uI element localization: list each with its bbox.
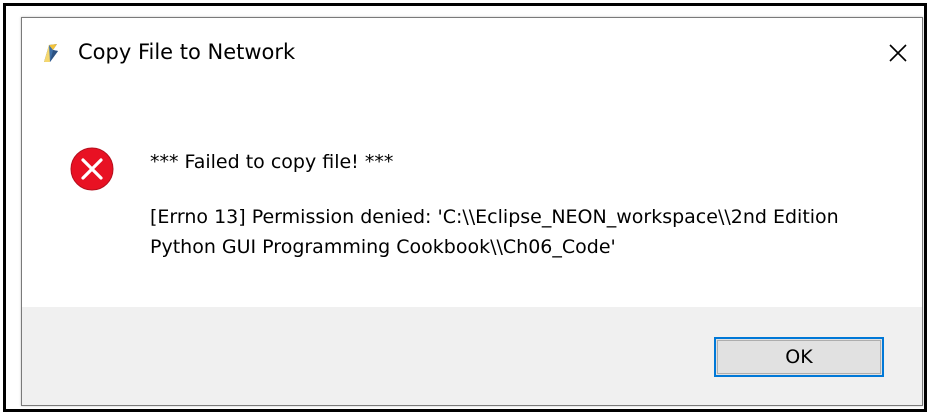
screenshot-frame: Copy File to Network *** Failed to copy …: [0, 0, 929, 415]
ok-button-label: OK: [785, 346, 813, 368]
close-button[interactable]: [874, 32, 922, 76]
message-dialog: Copy File to Network *** Failed to copy …: [21, 17, 923, 406]
message-content: *** Failed to copy file! *** [Errno 13] …: [22, 90, 922, 307]
message-detail: [Errno 13] Permission denied: 'C:\\Eclip…: [150, 206, 839, 258]
error-icon: [70, 147, 114, 191]
ok-button[interactable]: OK: [714, 337, 884, 377]
message-title: *** Failed to copy file! ***: [150, 151, 394, 173]
python-feather-icon: [40, 42, 62, 64]
window-title: Copy File to Network: [78, 40, 296, 64]
title-bar[interactable]: Copy File to Network: [22, 18, 922, 90]
button-bar: OK: [22, 307, 922, 405]
close-icon: [889, 44, 907, 62]
